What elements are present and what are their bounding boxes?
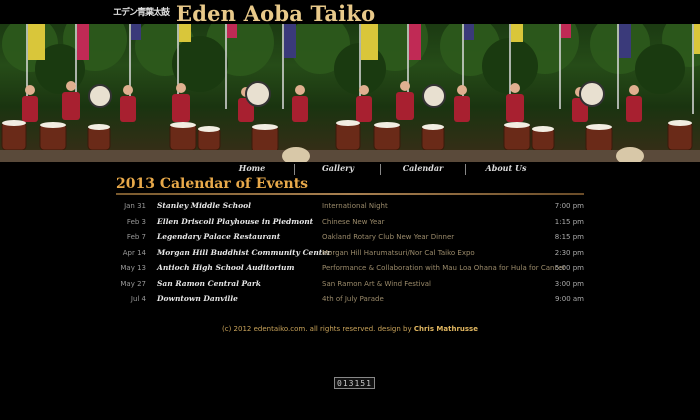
- nav-home-link[interactable]: Home: [212, 163, 292, 176]
- header-bar: エデン青葉太鼓 Eden Aoba Taiko: [0, 0, 700, 26]
- event-description: Chinese New Year: [322, 217, 385, 226]
- event-venue: San Ramon Central Park: [157, 278, 261, 288]
- event-time: 7:00 pm: [554, 202, 584, 210]
- event-venue: Downtown Danville: [157, 294, 238, 303]
- event-venue: Stanley Middle School: [157, 201, 251, 210]
- event-venue: Morgan Hill Buddhist Community Center: [157, 247, 331, 257]
- event-time: 3:00 pm: [554, 279, 584, 288]
- event-row: Feb 3 Ellen Driscoll Playhouse in Piedmo…: [116, 216, 586, 232]
- event-venue: Antioch High School Auditorium: [157, 263, 295, 272]
- nav-divider: [380, 164, 381, 175]
- main-nav: Home Gallery Calendar About Us: [0, 162, 700, 176]
- designer-link[interactable]: Chris Mathrusse: [414, 325, 478, 333]
- event-row: Feb 7 Legendary Palace Restaurant Oaklan…: [116, 231, 586, 247]
- event-description: Performance & Collaboration with Mau Loa…: [322, 264, 566, 272]
- nav-about-link[interactable]: About Us: [466, 163, 546, 176]
- event-row: May 13 Antioch High School Auditorium Pe…: [116, 262, 586, 278]
- event-time: 5:00 pm: [554, 264, 584, 272]
- event-description: 4th of July Parade: [322, 295, 384, 303]
- nav-divider: [294, 164, 295, 175]
- event-description: Oakland Rotary Club New Year Dinner: [322, 233, 455, 241]
- event-date: Feb 3: [126, 217, 146, 226]
- event-time: 2:30 pm: [554, 248, 584, 257]
- event-row: Jan 31 Stanley Middle School Internation…: [116, 200, 586, 216]
- page-heading: 2013 Calendar of Events: [116, 176, 309, 192]
- event-date: Apr 14: [122, 248, 146, 257]
- event-date: Feb 7: [126, 233, 146, 241]
- event-date: Jan 31: [124, 202, 146, 210]
- events-list: Jan 31 Stanley Middle School Internation…: [116, 200, 586, 309]
- event-time: 9:00 am: [554, 295, 584, 303]
- site-title: Eden Aoba Taiko: [176, 1, 376, 26]
- hit-counter: 013151: [334, 377, 375, 389]
- event-row: Jul 4 Downtown Danville 4th of July Para…: [116, 293, 586, 309]
- event-date: Jul 4: [130, 295, 146, 303]
- event-date: May 27: [120, 279, 146, 288]
- banner-photo: [0, 24, 700, 162]
- taiko-performers-image: [0, 24, 700, 162]
- event-time: 8:15 pm: [554, 233, 584, 241]
- nav-gallery-link[interactable]: Gallery: [298, 163, 378, 176]
- event-description: International Night: [322, 202, 388, 210]
- copyright-text: (c) 2012 edentaiko.com. all rights reser…: [222, 325, 414, 333]
- nav-calendar-link[interactable]: Calendar: [383, 163, 463, 176]
- event-venue: Legendary Palace Restaurant: [157, 232, 281, 241]
- event-row: Apr 14 Morgan Hill Buddhist Community Ce…: [116, 247, 586, 263]
- heading-divider: [116, 193, 584, 195]
- logo-japanese-text: エデン青葉太鼓: [113, 8, 170, 18]
- event-description: Morgan Hill Harumatsuri/Nor Cal Taiko Ex…: [322, 248, 475, 257]
- event-description: San Ramon Art & Wind Festival: [322, 279, 431, 288]
- event-venue: Ellen Driscoll Playhouse in Piedmont: [157, 216, 314, 226]
- event-time: 1:15 pm: [554, 217, 584, 226]
- footer: (c) 2012 edentaiko.com. all rights reser…: [0, 325, 700, 333]
- event-date: May 13: [120, 264, 146, 272]
- event-row: May 27 San Ramon Central Park San Ramon …: [116, 278, 586, 294]
